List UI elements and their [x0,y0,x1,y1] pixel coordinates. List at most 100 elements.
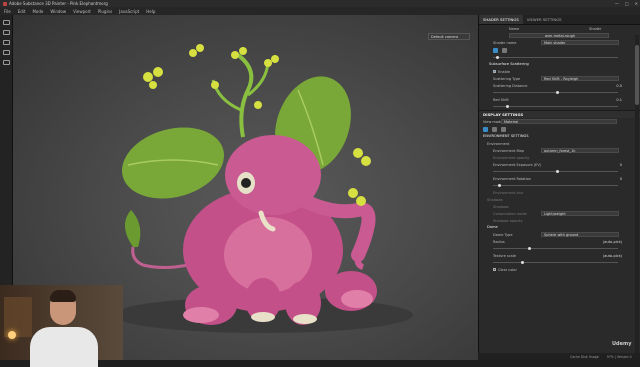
scattering-distance-slider[interactable] [479,89,640,96]
tab-shader-settings[interactable]: SHADER SETTINGS [479,15,523,24]
computation-dropdown[interactable]: Light/weight [541,211,619,216]
view-mode-dropdown[interactable]: Material [501,119,617,124]
clear-color-row: Clear color [479,266,640,273]
udemy-watermark: Udemy [612,341,632,347]
col-shader: Shader [589,26,602,31]
menu-window[interactable]: Window [50,9,66,14]
search-icon[interactable] [493,47,498,53]
brush-tool-icon[interactable] [3,50,10,55]
red-shift-value[interactable]: 0.1 [616,98,622,102]
env-opacity-label: Environment opacity [493,155,530,160]
shader-preset-field[interactable]: asm-metal-rough [509,33,609,38]
display-icons [479,125,640,133]
environment-row: Environment [479,140,640,147]
env-blur-label: Environment blur [493,190,524,195]
shadows-section: Shadows [479,196,640,203]
shader-name-label: Shader name [493,40,517,45]
shader-name-field[interactable]: Main shader [541,40,619,45]
panel-tabs: SHADER SETTINGS VIEWER SETTINGS [479,15,640,25]
env-rotation-slider[interactable] [479,182,640,189]
panel-scrollbar[interactable] [635,35,639,355]
red-shift-slider[interactable] [479,103,640,110]
texture-scale-label: Texture scale [493,253,516,258]
menu-javascript[interactable]: JavaScript [119,9,139,14]
close-button[interactable]: ✕ [635,1,638,6]
shadows-label: Shadows [487,197,503,202]
tab-viewer-settings[interactable]: VIEWER SETTINGS [523,15,566,24]
env-exposure-value[interactable]: 0 [620,163,622,167]
environment-label: Environment [487,141,510,146]
dome-header[interactable]: Dome [479,224,640,231]
dome-type-dropdown[interactable]: Sphere with ground [541,232,619,237]
scattering-type-row: Scattering Type Red Shift - Rayleigh [479,75,640,82]
tail [131,246,189,269]
status-bar: Cache Disk Usage 97% | Version 0 [478,353,640,360]
env-map-row: Environment Map autumn_forest_1k [479,147,640,154]
scattering-distance-value[interactable]: 0.5 [616,84,622,88]
env-exposure-label: Environment Exposure (EV) [493,162,542,167]
camera-icon[interactable] [492,126,497,132]
scrollbar-thumb[interactable] [635,45,639,105]
scattering-distance-row: Scattering Distance 0.5 [479,82,640,89]
document-tool-icon[interactable] [3,60,10,65]
env-blur-row: Environment blur [479,189,640,196]
env-settings-header[interactable]: ENVIRONMENT SETTINGS [479,133,640,140]
menu-edit[interactable]: Edit [18,9,26,14]
properties-tool-icon[interactable] [3,40,10,45]
paint-tool-icon[interactable] [3,20,10,25]
menu-file[interactable]: File [4,9,11,14]
presenter-shirt [30,327,98,367]
menu-viewport[interactable]: Viewport [73,9,91,14]
enable-row: Enable [479,68,640,75]
display-settings-header[interactable]: DISPLAY SETTINGS [479,110,640,118]
shadows-enable-row: Shadows [479,203,640,210]
lamp [8,331,16,339]
computation-label: Computation mode [493,211,527,216]
layers-tool-icon[interactable] [3,30,10,35]
scattering-type-dropdown[interactable]: Red Shift - Rayleigh [541,76,619,81]
enable-label: Enable [498,69,510,74]
radius-value[interactable]: (auto-pick) [603,240,622,244]
right-panel: SHADER SETTINGS VIEWER SETTINGS Name Sha… [478,15,640,360]
env-map-field[interactable]: autumn_forest_1k [541,148,619,153]
view-mode-row: View mode Material [479,118,640,125]
menu-help[interactable]: Help [146,9,155,14]
shader-name-row: asm-metal-rough [479,32,640,39]
radius-label: Radius [493,239,505,244]
clear-color-label: Clear color [498,267,517,272]
computation-row: Computation mode Light/weight [479,210,640,217]
shadow-opacity-row: Shadows opacity [479,217,640,224]
dome-type-label: Dome Type [493,232,513,237]
version-label: 97% | Version 0 [606,354,632,359]
env-opacity-row: Environment opacity [479,154,640,161]
enable-checkbox[interactable] [493,70,496,73]
texture-scale-value[interactable]: (auto-pick) [603,254,622,258]
env-exposure-slider[interactable] [479,168,640,175]
menu-mode[interactable]: Mode [32,9,43,14]
menu-plugins[interactable]: Plugins [98,9,112,14]
environment-icon[interactable] [483,126,488,132]
window-title: Adobe Substance 3D Painter - Pink Elepha… [9,1,108,6]
radius-slider[interactable] [479,245,640,252]
sss-header[interactable]: Subsurface Scattering [479,61,640,68]
settings-icon[interactable] [502,47,507,53]
shader-header-row: Name Shader [479,25,640,32]
postfx-icon[interactable] [501,126,506,132]
maximize-button[interactable]: □ [625,1,629,6]
scattering-type-label: Scattering Type [493,76,521,81]
sprout-stem [236,53,254,138]
env-rotation-label: Environment Rotation [493,176,532,181]
minimize-button[interactable]: — [615,1,619,6]
shelf [4,297,32,337]
3d-viewport[interactable]: Default camera [0,15,478,367]
left-ear-leaf [122,127,224,199]
red-shift-row: Red Shift 0.1 [479,96,640,103]
scattering-distance-label: Scattering Distance [493,83,528,88]
presenter-hair [50,290,76,302]
env-rotation-value[interactable]: 0 [620,177,622,181]
clear-color-checkbox[interactable] [493,268,496,271]
shader-name-label-row: Shader name Main shader [479,39,640,46]
env-exposure-row: Environment Exposure (EV) 0 [479,161,640,168]
texture-scale-slider[interactable] [479,259,640,266]
shadow-opacity-label: Shadows opacity [493,218,523,223]
